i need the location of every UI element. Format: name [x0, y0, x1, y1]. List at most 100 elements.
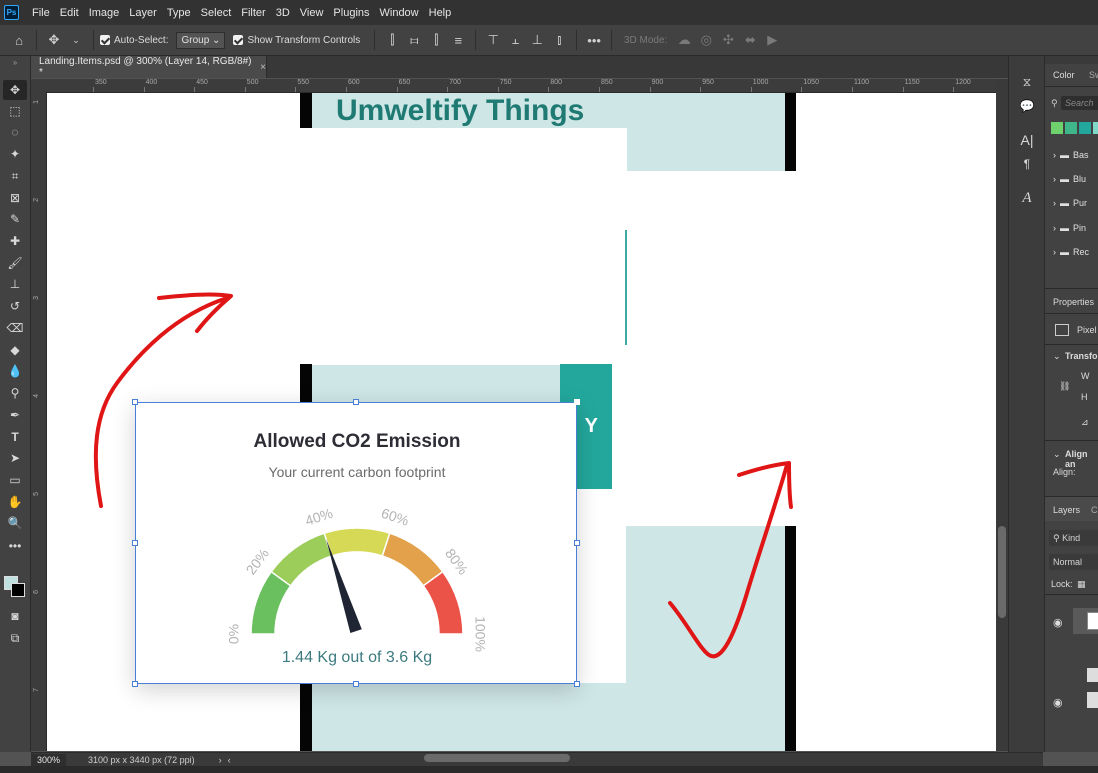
- options-bar: ⌂ ✥ ⌄ Auto-Select: Group ⌄ Show Transfor…: [0, 25, 1098, 56]
- history-panel-icon[interactable]: ⧖: [1015, 72, 1039, 92]
- align-section-label[interactable]: Align an: [1065, 449, 1098, 469]
- path-selection-tool-icon[interactable]: ➤: [3, 448, 27, 468]
- chevron-down-icon[interactable]: ⌄: [1053, 449, 1061, 460]
- menu-filter[interactable]: Filter: [236, 7, 270, 19]
- ruler-tick-label: 1050: [803, 79, 819, 86]
- menu-type[interactable]: Type: [162, 7, 196, 19]
- screen-mode-icon[interactable]: ⧉: [3, 628, 27, 648]
- dodge-tool-icon[interactable]: ⚲: [3, 383, 27, 403]
- brush-tool-icon[interactable]: 🖌: [3, 253, 27, 273]
- visibility-eye-icon[interactable]: ◉: [1053, 696, 1063, 709]
- swatch-folder-blue[interactable]: › ▬ Blu: [1045, 174, 1098, 184]
- eyedropper-tool-icon[interactable]: ✎: [3, 209, 27, 229]
- show-transform-checkbox[interactable]: [233, 35, 244, 45]
- align-right-icon[interactable]: ⫿: [429, 32, 443, 48]
- more-options-button[interactable]: •••: [587, 33, 601, 48]
- swatch-folder-purple[interactable]: › ▬ Pur: [1045, 198, 1098, 208]
- rectangle-tool-icon[interactable]: ▭: [3, 470, 27, 490]
- pen-tool-icon[interactable]: ✒: [3, 405, 27, 425]
- align-center-icon[interactable]: ⧦: [407, 32, 421, 48]
- horizontal-ruler[interactable]: 350 400 450 500 550 600 650 700 750 800 850 900 950 1…: [31, 79, 996, 93]
- distribute-icon[interactable]: ≡: [451, 33, 465, 48]
- blend-mode-dropdown[interactable]: Normal: [1049, 554, 1098, 570]
- menu-plugins[interactable]: Plugins: [328, 7, 374, 19]
- tab-channels[interactable]: Cl: [1091, 505, 1098, 515]
- recent-swatch-4[interactable]: [1093, 122, 1098, 134]
- chevron-down-icon[interactable]: ⌄: [69, 35, 83, 46]
- menu-layer[interactable]: Layer: [124, 7, 162, 19]
- recent-swatch-3[interactable]: [1079, 122, 1091, 134]
- recent-swatch-1[interactable]: [1051, 122, 1063, 134]
- distribute-vertical-icon[interactable]: ⫾: [552, 32, 566, 48]
- magic-wand-tool-icon[interactable]: ✦: [3, 144, 27, 164]
- zoom-level[interactable]: 300%: [31, 754, 67, 766]
- character-panel-icon[interactable]: A|: [1015, 130, 1039, 150]
- ruler-tick: [599, 87, 600, 92]
- close-icon[interactable]: ×: [260, 62, 266, 73]
- collapse-icon[interactable]: »: [3, 56, 27, 68]
- align-top-icon[interactable]: ⊤: [486, 32, 500, 48]
- document-canvas[interactable]: Umweltify Things Y Allowed CO2 Emission …: [47, 93, 996, 751]
- transform-section-label[interactable]: Transfor: [1065, 351, 1098, 361]
- blur-tool-icon[interactable]: 💧: [3, 361, 27, 381]
- swatch-folder-pink[interactable]: › ▬ Pin: [1045, 223, 1098, 233]
- menu-edit[interactable]: Edit: [55, 7, 84, 19]
- healing-brush-tool-icon[interactable]: ✚: [3, 231, 27, 251]
- layer-filter-kind[interactable]: ⚲ Kind: [1049, 530, 1098, 546]
- paint-bucket-tool-icon[interactable]: ◆: [3, 340, 27, 360]
- link-icon[interactable]: ⛓: [1059, 381, 1070, 392]
- swatch-folder-basic[interactable]: › ▬ Bas: [1045, 150, 1098, 160]
- menu-window[interactable]: Window: [375, 7, 424, 19]
- quick-mask-icon[interactable]: ◙: [3, 606, 27, 626]
- menu-view[interactable]: View: [295, 7, 329, 19]
- menu-image[interactable]: Image: [84, 7, 125, 19]
- visibility-eye-icon[interactable]: ◉: [1053, 616, 1063, 629]
- comments-panel-icon[interactable]: 💬: [1015, 96, 1039, 116]
- swatch-folder-red[interactable]: › ▬ Rec: [1045, 247, 1098, 257]
- chevron-right-icon[interactable]: ›: [219, 755, 222, 765]
- move-tool-icon[interactable]: ✥: [47, 32, 61, 48]
- document-tab[interactable]: Landing.Items.psd @ 300% (Layer 14, RGB/…: [31, 56, 267, 78]
- move-tool-icon[interactable]: ✥: [3, 80, 27, 100]
- menu-file[interactable]: File: [27, 7, 55, 19]
- frame-tool-icon[interactable]: ⊠: [3, 188, 27, 208]
- crop-tool-icon[interactable]: ⌗: [3, 166, 27, 186]
- marquee-tool-icon[interactable]: ⬚: [3, 101, 27, 121]
- align-middle-icon[interactable]: ⫠: [508, 32, 522, 48]
- tab-layers[interactable]: Layers: [1053, 505, 1080, 515]
- zoom-tool-icon[interactable]: 🔍: [3, 513, 27, 533]
- background-color-swatch[interactable]: [11, 583, 25, 597]
- align-left-icon[interactable]: ⫿: [385, 32, 399, 48]
- type-tool-icon[interactable]: T: [3, 427, 27, 447]
- auto-select-dropdown[interactable]: Group ⌄: [176, 31, 226, 49]
- eraser-tool-icon[interactable]: ⌫: [3, 318, 27, 338]
- swatch-search-input[interactable]: Search: [1061, 96, 1098, 110]
- divider: [1045, 288, 1098, 289]
- paragraph-panel-icon[interactable]: ¶: [1015, 154, 1039, 174]
- home-icon[interactable]: ⌂: [12, 33, 26, 48]
- photoshop-logo[interactable]: Ps: [4, 5, 19, 20]
- lock-transparent-icon[interactable]: ▦: [1077, 579, 1086, 590]
- tab-properties[interactable]: Properties: [1053, 297, 1094, 307]
- stamp-tool-icon[interactable]: ⊥: [3, 274, 27, 294]
- recent-swatch-2[interactable]: [1065, 122, 1077, 134]
- hand-tool-icon[interactable]: ✋: [3, 492, 27, 512]
- tab-swatches[interactable]: Sw: [1089, 70, 1098, 80]
- menu-help[interactable]: Help: [424, 7, 457, 19]
- annotation-layer: [93, 292, 793, 659]
- vertical-ruler[interactable]: 1 2 3 4 5 6 7: [31, 92, 47, 751]
- menu-select[interactable]: Select: [196, 7, 237, 19]
- tab-color[interactable]: Color: [1053, 70, 1075, 80]
- auto-select-checkbox[interactable]: [100, 35, 110, 45]
- vertical-scroll-thumb[interactable]: [998, 526, 1006, 618]
- horizontal-scroll-thumb[interactable]: [424, 754, 570, 762]
- history-brush-tool-icon[interactable]: ↺: [3, 296, 27, 316]
- glyphs-panel-icon[interactable]: A: [1015, 188, 1039, 208]
- menu-3d[interactable]: 3D: [271, 7, 295, 19]
- align-bottom-icon[interactable]: ⊥: [530, 32, 544, 48]
- edit-toolbar-icon[interactable]: •••: [3, 536, 27, 556]
- lasso-tool-icon[interactable]: ◌: [3, 122, 27, 142]
- chevron-left-icon[interactable]: ‹: [228, 755, 231, 765]
- vertical-scrollbar[interactable]: [996, 79, 1008, 751]
- chevron-down-icon[interactable]: ⌄: [1053, 351, 1061, 362]
